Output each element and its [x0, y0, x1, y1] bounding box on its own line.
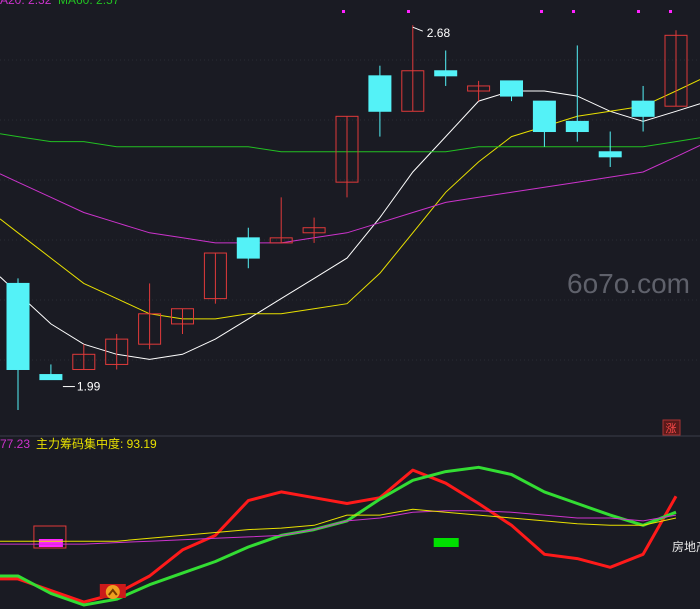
top-marker-dot [540, 10, 543, 13]
candle-body [434, 70, 458, 77]
top-marker-dot [407, 10, 410, 13]
stock-chart-stage: 6o7o.com 2.68 1.99 A20: 2.32 MA60: 2.57 涨 77.2… [0, 0, 700, 609]
ma20-header-label: A20: 2.32 [0, 0, 52, 7]
candle-body [6, 282, 30, 370]
high-price-label: 2.68 [427, 26, 451, 40]
candle-body [598, 151, 622, 158]
candle-body [500, 80, 523, 97]
indicator-magenta-bar [38, 539, 63, 547]
indicator-name-label: 主力筹码集中度: 93.19 [36, 436, 157, 451]
candlestick-chart: 6o7o.com 2.68 1.99 A20: 2.32 MA60: 2.57 涨 77.2… [0, 0, 700, 607]
indicator-left-value: 77.23 [0, 437, 30, 451]
candle-body [236, 237, 260, 259]
top-marker-dot [342, 10, 345, 13]
red-indicator-line [0, 468, 678, 604]
yellow-indicator-line [0, 508, 677, 542]
ma60-line [0, 133, 700, 153]
indicator-green-bar [433, 538, 459, 547]
candle-body [532, 100, 556, 133]
magenta-indicator-line [0, 510, 677, 545]
top-marker-dot [572, 10, 575, 13]
candle-body [631, 100, 655, 117]
candle-body [39, 374, 63, 381]
signal-up-icon [105, 585, 120, 599]
high-arrow [412, 26, 423, 32]
zhang-badge-text: 涨 [666, 422, 677, 435]
top-marker-dot [637, 10, 640, 13]
top-marker-dot [669, 10, 672, 13]
sector-side-label: 房地产 [672, 539, 700, 554]
ma20-line [0, 144, 700, 244]
low-price-label: 1.99 [77, 380, 101, 394]
candle-body [368, 75, 392, 112]
candle-body [565, 120, 589, 133]
ma5-line [0, 90, 700, 360]
watermark-text: 6o7o.com [567, 268, 690, 299]
ma60-header-label: MA60: 2.57 [58, 0, 120, 7]
